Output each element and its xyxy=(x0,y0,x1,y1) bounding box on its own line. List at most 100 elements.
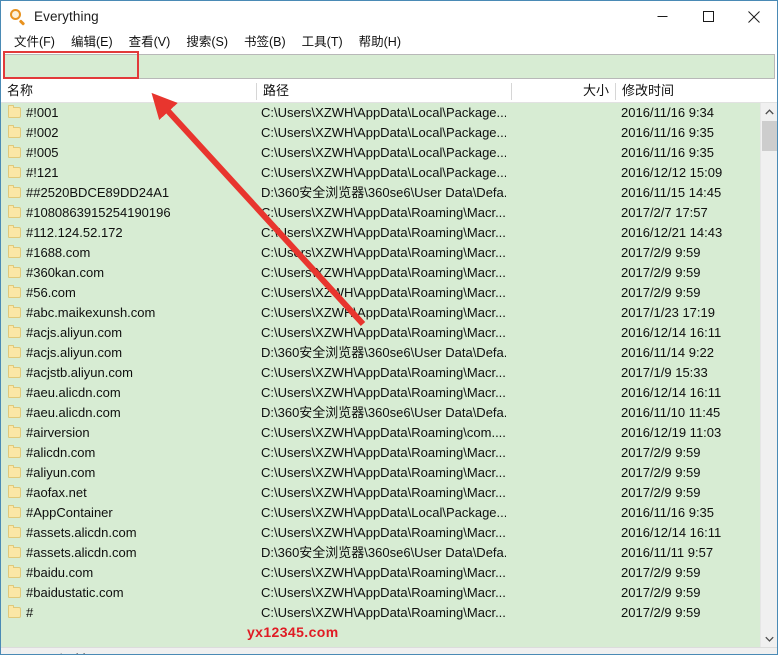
menu-item-file[interactable]: 文件(F) xyxy=(6,33,63,52)
cell-date: 2017/2/9 9:59 xyxy=(621,445,701,460)
cell-name: #assets.alicdn.com xyxy=(26,525,137,540)
minimize-button[interactable] xyxy=(639,1,685,32)
cell-path: D:\360安全浏览器\360se6\User Data\Defa... xyxy=(261,345,506,360)
table-row[interactable]: #!121 C:\Users\XZWH\AppData\Local\Package… xyxy=(1,163,777,183)
column-header-name[interactable]: 名称 xyxy=(7,80,255,102)
cell-path: C:\Users\XZWH\AppData\Local\Package... xyxy=(261,125,506,140)
cell-name: #!001 xyxy=(26,105,59,120)
scroll-up-button[interactable] xyxy=(761,103,777,120)
cell-path: C:\Users\XZWH\AppData\Roaming\Macr... xyxy=(261,325,506,340)
cell-size xyxy=(511,223,611,243)
everything-window: Everything 文件(F) 编辑(E) 查看(V) 搜索(S) 书签(B)… xyxy=(0,0,778,655)
cell-path: C:\Users\XZWH\AppData\Roaming\Macr... xyxy=(261,485,506,500)
table-row[interactable]: #aofax.net C:\Users\XZWH\AppData\Roaming\… xyxy=(1,483,777,503)
folder-icon xyxy=(8,485,21,498)
scrollbar-thumb[interactable] xyxy=(762,121,777,151)
folder-icon xyxy=(8,265,21,278)
cell-size xyxy=(511,243,611,263)
column-divider-size-date[interactable] xyxy=(615,83,616,100)
table-row[interactable]: #!001 C:\Users\XZWH\AppData\Local\Package… xyxy=(1,103,777,123)
cell-name: #baidu.com xyxy=(26,565,94,580)
cell-size xyxy=(511,363,611,383)
table-row[interactable]: #acjstb.aliyun.com C:\Users\XZWH\AppData\… xyxy=(1,363,777,383)
cell-size xyxy=(511,183,611,203)
table-row[interactable]: #abc.maikexunsh.com C:\Users\XZWH\AppData… xyxy=(1,303,777,323)
table-row[interactable]: #assets.alicdn.com C:\Users\XZWH\AppData\… xyxy=(1,523,777,543)
cell-name: ##2520BDCE89DD24A1 xyxy=(26,185,170,200)
table-row[interactable]: #acjs.aliyun.com D:\360安全浏览器\360se6\User … xyxy=(1,343,777,363)
menu-item-view[interactable]: 查看(V) xyxy=(121,33,179,52)
menu-item-search[interactable]: 搜索(S) xyxy=(178,33,236,52)
cell-path: C:\Users\XZWH\AppData\Roaming\Macr... xyxy=(261,285,506,300)
folder-icon xyxy=(8,445,21,458)
table-row[interactable]: ##2520BDCE89DD24A1 D:\360安全浏览器\360se6\Use… xyxy=(1,183,777,203)
cell-date: 2017/2/9 9:59 xyxy=(621,265,701,280)
table-row[interactable]: #baidu.com C:\Users\XZWH\AppData\Roaming\… xyxy=(1,563,777,583)
table-row[interactable]: #360kan.com C:\Users\XZWH\AppData\Roaming… xyxy=(1,263,777,283)
cell-size xyxy=(511,523,611,543)
table-row[interactable]: #alicdn.com C:\Users\XZWH\AppData\Roaming… xyxy=(1,443,777,463)
table-row[interactable]: #1080863915254190196 C:\Users\XZWH\AppDat… xyxy=(1,203,777,223)
cell-date: 2016/12/14 16:11 xyxy=(621,525,722,540)
table-row[interactable]: #56.com C:\Users\XZWH\AppData\Roaming\Mac… xyxy=(1,283,777,303)
cell-date: 2016/11/14 9:22 xyxy=(621,345,715,360)
table-row[interactable]: #112.124.52.172 C:\Users\XZWH\AppData\Roa… xyxy=(1,223,777,243)
vertical-scrollbar[interactable] xyxy=(760,103,777,647)
scroll-down-button[interactable] xyxy=(761,630,777,647)
maximize-button[interactable] xyxy=(685,1,731,32)
folder-icon xyxy=(8,545,21,558)
folder-icon xyxy=(8,425,21,438)
cell-name: #aeu.alicdn.com xyxy=(26,405,121,420)
menu-item-edit[interactable]: 编辑(E) xyxy=(63,33,121,52)
column-header-size[interactable]: 大小 xyxy=(511,80,609,102)
cell-path: C:\Users\XZWH\AppData\Roaming\com.... xyxy=(261,425,506,440)
table-row[interactable]: #aeu.alicdn.com C:\Users\XZWH\AppData\Roa… xyxy=(1,383,777,403)
folder-icon xyxy=(8,305,21,318)
folder-icon xyxy=(8,285,21,298)
table-row[interactable]: #airversion C:\Users\XZWH\AppData\Roaming… xyxy=(1,423,777,443)
table-row[interactable]: #!005 C:\Users\XZWH\AppData\Local\Package… xyxy=(1,143,777,163)
menu-item-bookmarks[interactable]: 书签(B) xyxy=(236,33,294,52)
table-row[interactable]: #AppContainer C:\Users\XZWH\AppData\Local… xyxy=(1,503,777,523)
table-row[interactable]: #aeu.alicdn.com D:\360安全浏览器\360se6\User D… xyxy=(1,403,777,423)
cell-size xyxy=(511,283,611,303)
cell-date: 2017/1/9 15:33 xyxy=(621,365,708,380)
table-row[interactable]: #1688.com C:\Users\XZWH\AppData\Roaming\M… xyxy=(1,243,777,263)
cell-path: D:\360安全浏览器\360se6\User Data\Defa... xyxy=(261,545,506,560)
menu-item-help[interactable]: 帮助(H) xyxy=(351,33,409,52)
column-header-date[interactable]: 修改时间 xyxy=(622,80,752,102)
cell-path: C:\Users\XZWH\AppData\Roaming\Macr... xyxy=(261,245,506,260)
column-header-path[interactable]: 路径 xyxy=(263,80,507,102)
cell-size xyxy=(511,423,611,443)
menu-item-tools[interactable]: 工具(T) xyxy=(294,33,351,52)
folder-icon xyxy=(8,165,21,178)
table-row[interactable]: #assets.alicdn.com D:\360安全浏览器\360se6\Use… xyxy=(1,543,777,563)
cell-path: C:\Users\XZWH\AppData\Roaming\Macr... xyxy=(261,305,506,320)
column-divider-name-path[interactable] xyxy=(256,83,257,100)
cell-date: 2016/11/16 9:34 xyxy=(621,105,715,120)
cell-name: #1080863915254190196 xyxy=(26,205,171,220)
table-row[interactable]: #aliyun.com C:\Users\XZWH\AppData\Roaming… xyxy=(1,463,777,483)
cell-size xyxy=(511,543,611,563)
cell-date: 2016/11/11 9:57 xyxy=(621,545,714,560)
results-list[interactable]: #!001 C:\Users\XZWH\AppData\Local\Package… xyxy=(1,103,777,647)
cell-size xyxy=(511,323,611,343)
close-icon xyxy=(748,10,760,23)
cell-name: #aliyun.com xyxy=(26,465,96,480)
search-box[interactable] xyxy=(3,54,775,79)
folder-icon xyxy=(8,385,21,398)
table-row[interactable]: #acjs.aliyun.com C:\Users\XZWH\AppData\Ro… xyxy=(1,323,777,343)
cell-size xyxy=(511,563,611,583)
chevron-up-icon xyxy=(765,108,774,114)
cell-path: C:\Users\XZWH\AppData\Roaming\Macr... xyxy=(261,605,506,620)
table-row[interactable]: #!002 C:\Users\XZWH\AppData\Local\Package… xyxy=(1,123,777,143)
table-row[interactable]: #baidustatic.com C:\Users\XZWH\AppData\Ro… xyxy=(1,583,777,603)
close-button[interactable] xyxy=(731,1,777,32)
table-row[interactable]: # C:\Users\XZWH\AppData\Roaming\Macr... 20… xyxy=(1,603,777,623)
search-input[interactable] xyxy=(4,55,774,78)
cell-name: #acjs.aliyun.com xyxy=(26,325,123,340)
cell-path: C:\Users\XZWH\AppData\Roaming\Macr... xyxy=(261,205,506,220)
object-count-label: 256,664 个对象 xyxy=(1,649,92,654)
cell-name: #360kan.com xyxy=(26,265,105,280)
folder-icon xyxy=(8,325,21,338)
